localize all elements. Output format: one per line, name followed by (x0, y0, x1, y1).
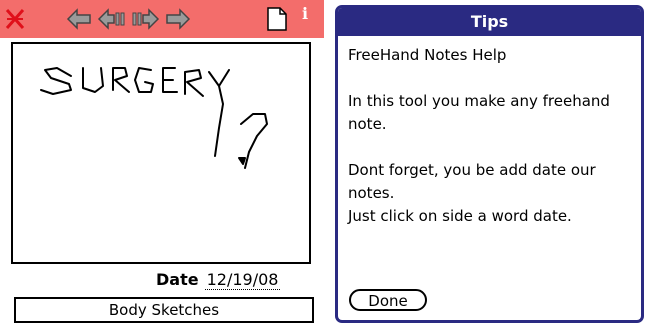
toolbar: i (0, 0, 324, 38)
date-label[interactable]: Date (156, 270, 199, 289)
info-icon[interactable]: i (302, 4, 308, 26)
last-page-arrow-icon[interactable] (165, 8, 191, 30)
handwriting-sketch (40, 67, 268, 169)
previous-page-arrow-icon[interactable] (97, 8, 127, 30)
help-paragraph-1: In this tool you make any freehand note. (348, 92, 610, 133)
dialog-body: FreeHand Notes Help In this tool you mak… (348, 44, 633, 228)
close-x-icon[interactable] (4, 7, 26, 29)
notebook-name-field[interactable]: Body Sketches (14, 297, 314, 323)
first-page-arrow-icon[interactable] (66, 8, 92, 30)
date-value[interactable]: 12/19/08 (204, 270, 281, 290)
freehand-notes-screen: i Date 12/19/08 Body Sketches (0, 0, 324, 325)
date-row: Date 12/19/08 (156, 270, 281, 292)
notebook-name-label: Body Sketches (108, 301, 220, 319)
done-button[interactable]: Done (349, 289, 427, 311)
dialog-title: Tips (338, 8, 641, 36)
drawing-canvas[interactable] (11, 42, 311, 264)
tips-dialog: Tips FreeHand Notes Help In this tool yo… (335, 5, 644, 323)
new-page-icon[interactable] (266, 6, 288, 31)
help-heading: FreeHand Notes Help (348, 46, 507, 64)
next-page-arrow-icon[interactable] (130, 8, 160, 30)
help-paragraph-2-line-1: Dont forget, you be add date our notes. (348, 161, 596, 202)
help-paragraph-2-line-2: Just click on side a word date. (348, 207, 572, 225)
